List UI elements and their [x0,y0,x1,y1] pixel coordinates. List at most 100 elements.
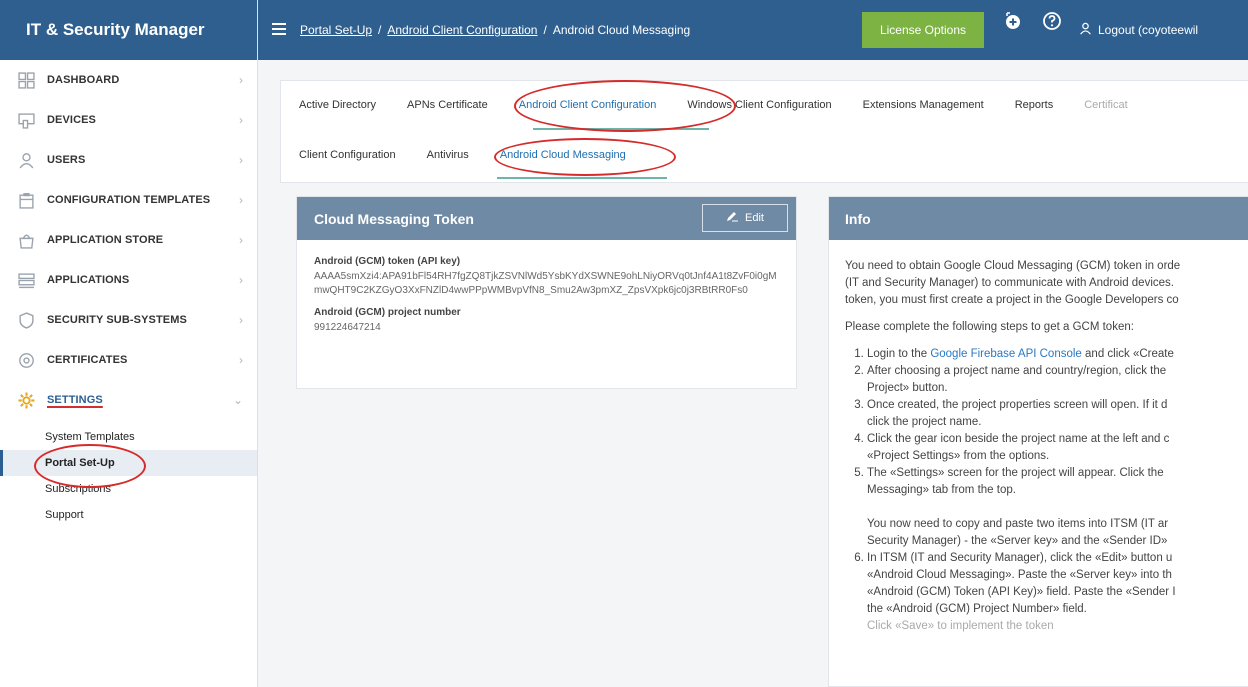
step-text: The «Settings» screen for the project wi… [867,467,1164,479]
submenu-item-portal-set-up[interactable]: Portal Set-Up [0,450,257,476]
tab-windows-client-configuration[interactable]: Windows Client Configuration [687,99,831,111]
intro-line: (IT and Security Manager) to communicate… [845,277,1174,289]
tab-apns-certificate[interactable]: APNs Certificate [407,99,488,111]
intro-line: You need to obtain Google Cloud Messagin… [845,260,1181,272]
help-icon[interactable] [1041,10,1063,35]
add-device-icon[interactable] [1002,10,1024,35]
sidebar-item-settings[interactable]: SETTINGS ⌄ [0,380,257,420]
sidebar-item-label: SECURITY SUB-SYSTEMS [47,314,187,326]
token-label: Android (GCM) token (API key) [314,256,461,267]
copy-note: Security Manager) - the «Server key» and… [867,535,1168,547]
license-options-button[interactable]: License Options [862,12,984,48]
chevron-right-icon: › [239,313,243,327]
sidebar-item-label: APPLICATIONS [47,274,130,286]
app-title: IT & Security Manager [0,0,257,60]
chevron-right-icon: › [239,153,243,167]
store-icon [16,230,36,250]
info-body: You need to obtain Google Cloud Messagin… [829,240,1248,653]
logout-label: Logout (coyoteewil [1098,23,1199,37]
user-icon [1079,22,1092,38]
info-intro: You need to obtain Google Cloud Messagin… [845,258,1232,309]
submenu-item-subscriptions[interactable]: Subscriptions [0,476,257,502]
chevron-right-icon: › [239,273,243,287]
tab-reports[interactable]: Reports [1015,99,1054,111]
step-text: «Project Settings» from the options. [867,450,1050,462]
sidebar-nav: DASHBOARD › DEVICES › USERS › CONFIGURAT… [0,60,257,420]
card-header: Cloud Messaging Token Edit [297,197,796,240]
top-bar: Portal Set-Up / Android Client Configura… [258,0,1248,60]
tabs-panel: Active Directory APNs Certificate Androi… [280,80,1248,183]
step-text: Project» button. [867,382,948,394]
subtab-client-configuration[interactable]: Client Configuration [299,149,396,161]
step-item: Once created, the project properties scr… [867,397,1232,431]
step-text: Once created, the project properties scr… [867,399,1168,411]
step-text: In ITSM (IT and Security Manager), click… [867,552,1173,564]
step-text: After choosing a project name and countr… [867,365,1167,377]
intro-line: token, you must first create a project i… [845,294,1179,306]
chevron-right-icon: › [239,193,243,207]
devices-icon [16,110,36,130]
tab-active-directory[interactable]: Active Directory [299,99,376,111]
shield-icon [16,310,36,330]
project-number-value: 991224647214 [314,322,381,333]
applications-icon [16,270,36,290]
tab-android-client-configuration[interactable]: Android Client Configuration [519,99,657,111]
subtab-antivirus[interactable]: Antivirus [427,149,469,161]
step-text: Click «Save» to implement the token [867,620,1054,632]
sidebar-item-label: CERTIFICATES [47,354,128,366]
sub-tabs: Client Configuration Antivirus Android C… [299,149,657,161]
step-item: The «Settings» screen for the project wi… [867,465,1232,550]
chevron-right-icon: › [239,233,243,247]
edit-button[interactable]: Edit [702,204,788,232]
firebase-console-link[interactable]: Google Firebase API Console [930,348,1082,360]
sidebar-item-certificates[interactable]: CERTIFICATES › [0,340,257,380]
step-text: Messaging» tab from the top. [867,484,1016,496]
token-value: AAAA5smXzi4:APA91bFl54RH7fgZQ8TjkZSVNlWd… [314,271,777,296]
sidebar-item-label: DEVICES [47,114,96,126]
sidebar-item-label: SETTINGS [47,394,103,406]
sidebar-item-label: APPLICATION STORE [47,234,164,246]
step-text: click the project name. [867,416,982,428]
users-icon [16,150,36,170]
chevron-right-icon: › [239,73,243,87]
breadcrumb-current: Android Cloud Messaging [552,23,691,37]
info-card: Info You need to obtain Google Cloud Mes… [828,196,1248,687]
sidebar-item-devices[interactable]: DEVICES › [0,100,257,140]
step-item: In ITSM (IT and Security Manager), click… [867,550,1232,635]
step-text: the «Android (GCM) Project Number» field… [867,603,1087,615]
sidebar-item-applications[interactable]: APPLICATIONS › [0,260,257,300]
main-tabs: Active Directory APNs Certificate Androi… [299,99,1159,111]
step-text: and click «Create [1081,348,1174,360]
templates-icon [16,190,36,210]
breadcrumb: Portal Set-Up / Android Client Configura… [300,23,690,37]
step-text: «Android (GCM) Token (API Key)» field. P… [867,586,1176,598]
chevron-right-icon: › [239,113,243,127]
tab-extensions-management[interactable]: Extensions Management [863,99,984,111]
steps-list: Login to the Google Firebase API Console… [845,346,1232,635]
breadcrumb-separator: / [543,23,547,37]
submenu-item-support[interactable]: Support [0,502,257,528]
step-text: «Android Cloud Messaging». Paste the «Se… [867,569,1172,581]
pencil-icon [726,211,739,225]
breadcrumb-separator: / [378,23,382,37]
sidebar-item-label: CONFIGURATION TEMPLATES [47,194,211,206]
sidebar-item-dashboard[interactable]: DASHBOARD › [0,60,257,100]
step-item: After choosing a project name and countr… [867,363,1232,397]
copy-note: You now need to copy and paste two items… [867,518,1169,530]
active-subtab-indicator [497,177,667,179]
breadcrumb-portal-set-up[interactable]: Portal Set-Up [300,23,372,37]
sidebar-item-configuration-templates[interactable]: CONFIGURATION TEMPLATES › [0,180,257,220]
submenu-item-system-templates[interactable]: System Templates [0,424,257,450]
sidebar-item-application-store[interactable]: APPLICATION STORE › [0,220,257,260]
chevron-down-icon: ⌄ [232,393,243,407]
sidebar-item-users[interactable]: USERS › [0,140,257,180]
logout-link[interactable]: Logout (coyoteewil [1079,22,1198,38]
breadcrumb-android-client-configuration[interactable]: Android Client Configuration [387,23,537,37]
sidebar-item-label: USERS [47,154,86,166]
subtab-android-cloud-messaging[interactable]: Android Cloud Messaging [500,149,626,161]
step-text: Login to the [867,348,931,360]
tab-certificates[interactable]: Certificat [1084,99,1127,111]
hamburger-menu-icon[interactable] [272,22,286,38]
sidebar-item-security-sub-systems[interactable]: SECURITY SUB-SYSTEMS › [0,300,257,340]
active-tab-indicator [533,128,709,130]
